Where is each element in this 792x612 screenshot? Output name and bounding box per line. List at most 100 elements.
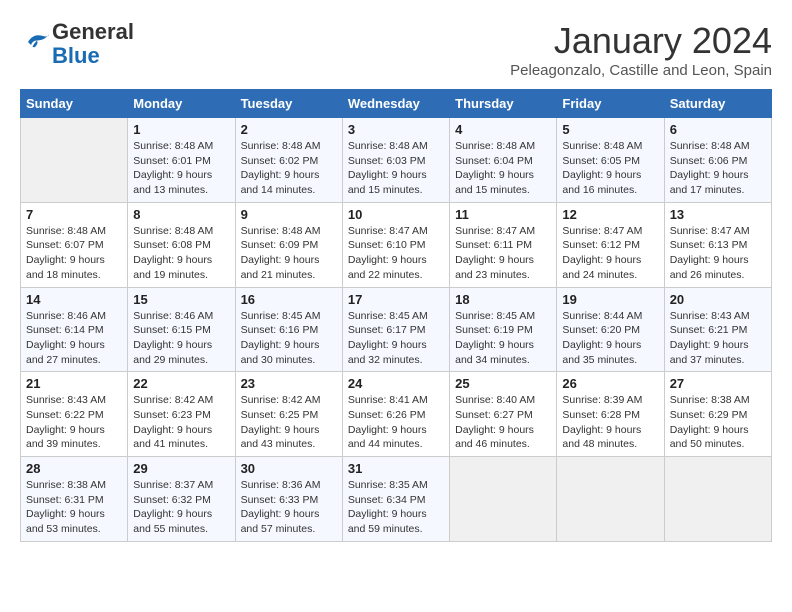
day-number: 20 (670, 292, 766, 307)
day-info: Sunrise: 8:38 AM Sunset: 6:29 PM Dayligh… (670, 393, 766, 452)
calendar-cell: 13 Sunrise: 8:47 AM Sunset: 6:13 PM Dayli… (664, 202, 771, 287)
day-number: 26 (562, 376, 658, 391)
day-number: 3 (348, 122, 444, 137)
day-number: 10 (348, 207, 444, 222)
day-number: 28 (26, 461, 122, 476)
calendar-cell: 20 Sunrise: 8:43 AM Sunset: 6:21 PM Dayli… (664, 287, 771, 372)
day-info: Sunrise: 8:42 AM Sunset: 6:23 PM Dayligh… (133, 393, 229, 452)
calendar-cell: 30Sunrise: 8:36 AM Sunset: 6:33 PM Dayli… (235, 457, 342, 542)
logo-text: General Blue (52, 20, 134, 68)
day-info: Sunrise: 8:45 AM Sunset: 6:16 PM Dayligh… (241, 309, 337, 368)
calendar-table: SundayMondayTuesdayWednesdayThursdayFrid… (20, 89, 772, 542)
day-number: 25 (455, 376, 551, 391)
day-info: Sunrise: 8:43 AM Sunset: 6:21 PM Dayligh… (670, 309, 766, 368)
location-subtitle: Peleagonzalo, Castille and Leon, Spain (510, 62, 772, 79)
day-info: Sunrise: 8:44 AM Sunset: 6:20 PM Dayligh… (562, 309, 658, 368)
calendar-cell (450, 457, 557, 542)
weekday-header-saturday: Saturday (664, 90, 771, 118)
day-info: Sunrise: 8:48 AM Sunset: 6:01 PM Dayligh… (133, 139, 229, 198)
day-number: 24 (348, 376, 444, 391)
day-number: 17 (348, 292, 444, 307)
calendar-cell: 14 Sunrise: 8:46 AM Sunset: 6:14 PM Dayli… (21, 287, 128, 372)
day-number: 4 (455, 122, 551, 137)
day-info: Sunrise: 8:48 AM Sunset: 6:09 PM Dayligh… (241, 224, 337, 283)
day-number: 1 (133, 122, 229, 137)
calendar-week-row: 21 Sunrise: 8:43 AM Sunset: 6:22 PM Dayli… (21, 372, 772, 457)
day-number: 12 (562, 207, 658, 222)
calendar-cell: 29 Sunrise: 8:37 AM Sunset: 6:32 PM Dayli… (128, 457, 235, 542)
weekday-header-sunday: Sunday (21, 90, 128, 118)
day-info: Sunrise: 8:39 AM Sunset: 6:28 PM Dayligh… (562, 393, 658, 452)
day-info: Sunrise: 8:35 AM Sunset: 6:34 PM Dayligh… (348, 478, 444, 537)
title-block: January 2024 Peleagonzalo, Castille and … (510, 20, 772, 79)
day-number: 30 (241, 461, 337, 476)
calendar-week-row: 1 Sunrise: 8:48 AM Sunset: 6:01 PM Daylig… (21, 118, 772, 203)
calendar-cell: 12Sunrise: 8:47 AM Sunset: 6:12 PM Dayli… (557, 202, 664, 287)
logo-bird-icon (22, 27, 52, 57)
calendar-cell: 16 Sunrise: 8:45 AM Sunset: 6:16 PM Dayli… (235, 287, 342, 372)
day-number: 8 (133, 207, 229, 222)
day-info: Sunrise: 8:42 AM Sunset: 6:25 PM Dayligh… (241, 393, 337, 452)
calendar-cell: 24 Sunrise: 8:41 AM Sunset: 6:26 PM Dayli… (342, 372, 449, 457)
calendar-cell (21, 118, 128, 203)
calendar-week-row: 7 Sunrise: 8:48 AM Sunset: 6:07 PM Daylig… (21, 202, 772, 287)
day-number: 5 (562, 122, 658, 137)
day-number: 2 (241, 122, 337, 137)
day-info: Sunrise: 8:48 AM Sunset: 6:06 PM Dayligh… (670, 139, 766, 198)
day-info: Sunrise: 8:48 AM Sunset: 6:08 PM Dayligh… (133, 224, 229, 283)
day-info: Sunrise: 8:48 AM Sunset: 6:05 PM Dayligh… (562, 139, 658, 198)
calendar-cell: 31Sunrise: 8:35 AM Sunset: 6:34 PM Dayli… (342, 457, 449, 542)
calendar-cell (664, 457, 771, 542)
calendar-cell: 15Sunrise: 8:46 AM Sunset: 6:15 PM Dayli… (128, 287, 235, 372)
day-number: 14 (26, 292, 122, 307)
weekday-header-tuesday: Tuesday (235, 90, 342, 118)
day-number: 16 (241, 292, 337, 307)
calendar-cell: 26 Sunrise: 8:39 AM Sunset: 6:28 PM Dayli… (557, 372, 664, 457)
day-number: 15 (133, 292, 229, 307)
day-info: Sunrise: 8:48 AM Sunset: 6:07 PM Dayligh… (26, 224, 122, 283)
day-number: 9 (241, 207, 337, 222)
calendar-cell: 4 Sunrise: 8:48 AM Sunset: 6:04 PM Daylig… (450, 118, 557, 203)
calendar-cell: 23 Sunrise: 8:42 AM Sunset: 6:25 PM Dayli… (235, 372, 342, 457)
calendar-week-row: 14 Sunrise: 8:46 AM Sunset: 6:14 PM Dayli… (21, 287, 772, 372)
calendar-cell: 8 Sunrise: 8:48 AM Sunset: 6:08 PM Daylig… (128, 202, 235, 287)
calendar-cell: 25 Sunrise: 8:40 AM Sunset: 6:27 PM Dayli… (450, 372, 557, 457)
day-info: Sunrise: 8:47 AM Sunset: 6:10 PM Dayligh… (348, 224, 444, 283)
calendar-week-row: 28 Sunrise: 8:38 AM Sunset: 6:31 PM Dayli… (21, 457, 772, 542)
day-info: Sunrise: 8:45 AM Sunset: 6:19 PM Dayligh… (455, 309, 551, 368)
day-info: Sunrise: 8:43 AM Sunset: 6:22 PM Dayligh… (26, 393, 122, 452)
day-number: 18 (455, 292, 551, 307)
page-header: General Blue January 2024 Peleagonzalo, … (20, 20, 772, 79)
calendar-cell: 28 Sunrise: 8:38 AM Sunset: 6:31 PM Dayli… (21, 457, 128, 542)
day-info: Sunrise: 8:48 AM Sunset: 6:02 PM Dayligh… (241, 139, 337, 198)
day-info: Sunrise: 8:40 AM Sunset: 6:27 PM Dayligh… (455, 393, 551, 452)
weekday-header-friday: Friday (557, 90, 664, 118)
day-info: Sunrise: 8:48 AM Sunset: 6:03 PM Dayligh… (348, 139, 444, 198)
calendar-cell: 1 Sunrise: 8:48 AM Sunset: 6:01 PM Daylig… (128, 118, 235, 203)
calendar-cell: 19Sunrise: 8:44 AM Sunset: 6:20 PM Dayli… (557, 287, 664, 372)
weekday-header-monday: Monday (128, 90, 235, 118)
calendar-cell: 7 Sunrise: 8:48 AM Sunset: 6:07 PM Daylig… (21, 202, 128, 287)
day-number: 23 (241, 376, 337, 391)
calendar-cell: 6 Sunrise: 8:48 AM Sunset: 6:06 PM Daylig… (664, 118, 771, 203)
day-info: Sunrise: 8:47 AM Sunset: 6:11 PM Dayligh… (455, 224, 551, 283)
day-info: Sunrise: 8:48 AM Sunset: 6:04 PM Dayligh… (455, 139, 551, 198)
day-info: Sunrise: 8:41 AM Sunset: 6:26 PM Dayligh… (348, 393, 444, 452)
day-number: 13 (670, 207, 766, 222)
calendar-cell: 22Sunrise: 8:42 AM Sunset: 6:23 PM Dayli… (128, 372, 235, 457)
day-number: 29 (133, 461, 229, 476)
day-info: Sunrise: 8:45 AM Sunset: 6:17 PM Dayligh… (348, 309, 444, 368)
day-number: 21 (26, 376, 122, 391)
day-number: 6 (670, 122, 766, 137)
day-info: Sunrise: 8:46 AM Sunset: 6:14 PM Dayligh… (26, 309, 122, 368)
day-info: Sunrise: 8:38 AM Sunset: 6:31 PM Dayligh… (26, 478, 122, 537)
day-number: 7 (26, 207, 122, 222)
weekday-header-wednesday: Wednesday (342, 90, 449, 118)
day-info: Sunrise: 8:37 AM Sunset: 6:32 PM Dayligh… (133, 478, 229, 537)
month-title: January 2024 (510, 20, 772, 62)
calendar-cell: 9 Sunrise: 8:48 AM Sunset: 6:09 PM Daylig… (235, 202, 342, 287)
day-info: Sunrise: 8:47 AM Sunset: 6:13 PM Dayligh… (670, 224, 766, 283)
calendar-cell: 3 Sunrise: 8:48 AM Sunset: 6:03 PM Daylig… (342, 118, 449, 203)
calendar-cell: 17 Sunrise: 8:45 AM Sunset: 6:17 PM Dayli… (342, 287, 449, 372)
weekday-header-row: SundayMondayTuesdayWednesdayThursdayFrid… (21, 90, 772, 118)
